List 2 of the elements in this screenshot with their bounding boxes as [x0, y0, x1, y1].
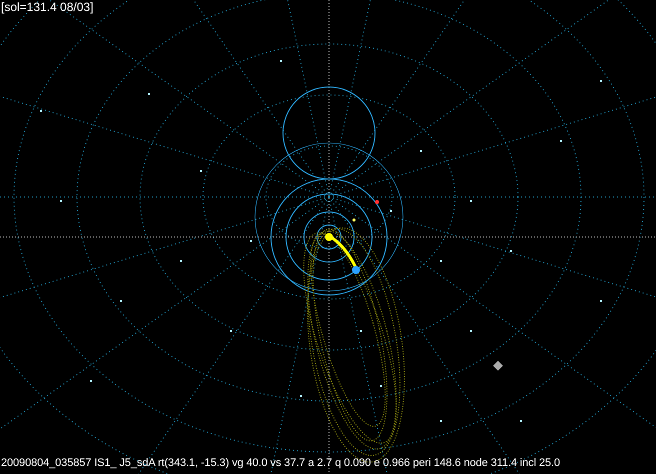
orbit-parameters-text: 20090804_035857 IS1_ J5_sdA rt(343.1, -15.3) vg 40.0 vs 37.7 a 2.7 q 0.090 e 0.966 peri 148.6 node 311.4 incl 25.0 [1, 456, 560, 470]
header-label: [sol=131.4 08/03] [1, 0, 94, 14]
